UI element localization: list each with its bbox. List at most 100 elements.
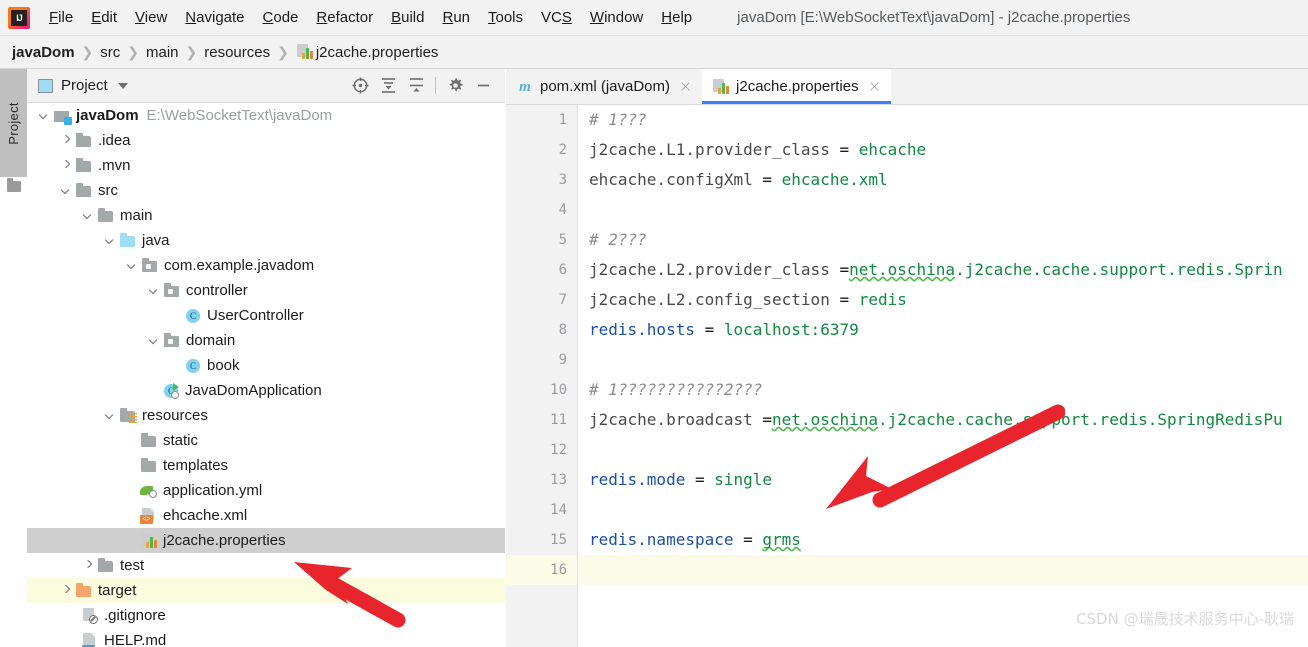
tree-row-package-com-example-javadom[interactable]: com.example.javadom <box>27 253 505 278</box>
tree-row-label: application.yml <box>163 482 263 499</box>
menu-run[interactable]: Run <box>433 7 479 28</box>
code-token-eq: = <box>704 320 724 339</box>
menu-help[interactable]: Help <box>652 7 701 28</box>
code-line[interactable]: redis.mode = single <box>579 465 1308 495</box>
breadcrumb-item-file[interactable]: j2cache.properties <box>296 44 438 61</box>
menu-build[interactable]: Build <box>382 7 433 28</box>
code-token-key-blue: redis.namespace <box>589 530 744 549</box>
chevron-down-icon[interactable] <box>37 108 52 123</box>
chevron-down-icon[interactable] <box>147 333 162 348</box>
tree-row-label: static <box>163 432 199 449</box>
code-line[interactable]: j2cache.L2.provider_class =net.oschina.j… <box>579 255 1308 285</box>
project-panel-title: Project <box>61 77 108 94</box>
tree-row-templates[interactable]: templates <box>27 453 505 478</box>
gear-icon[interactable] <box>441 72 469 100</box>
folder-icon <box>75 182 93 199</box>
line-number: 11 <box>550 412 567 428</box>
menu-window[interactable]: Window <box>581 7 652 28</box>
tree-row-application-yml[interactable]: application.yml <box>27 478 505 503</box>
folder-icon[interactable] <box>7 178 21 192</box>
project-tree[interactable]: javaDom E:\WebSocketText\javaDom .idea .… <box>27 103 505 647</box>
breadcrumb-separator-icon: ❯ <box>127 43 139 60</box>
tree-row-idea[interactable]: .idea <box>27 128 505 153</box>
tree-row-src[interactable]: src <box>27 178 505 203</box>
close-icon[interactable] <box>868 80 881 93</box>
chevron-down-icon[interactable] <box>103 233 118 248</box>
code-line[interactable] <box>579 345 1308 375</box>
tree-row-main[interactable]: main <box>27 203 505 228</box>
menu-refactor[interactable]: Refactor <box>307 7 382 28</box>
editor-code-canvas[interactable]: # 1??? j2cache.L1.provider_class = ehcach… <box>579 105 1308 647</box>
breadcrumb-separator-icon: ❯ <box>185 43 198 60</box>
tree-row-mvn[interactable]: .mvn <box>27 153 505 178</box>
tree-row-target[interactable]: target <box>27 578 505 603</box>
code-line[interactable]: redis.hosts = localhost:6379 <box>579 315 1308 345</box>
chevron-right-icon[interactable] <box>59 133 74 148</box>
expand-all-icon[interactable] <box>374 72 402 100</box>
menu-vcs[interactable]: VCS <box>532 7 581 28</box>
tree-row-j2cache-properties[interactable]: j2cache.properties <box>27 528 505 553</box>
tool-window-button-project[interactable]: Project <box>0 69 27 177</box>
code-line[interactable] <box>579 495 1308 525</box>
code-line[interactable]: j2cache.L2.config_section = redis <box>579 285 1308 315</box>
tree-row-class-usercontroller[interactable]: C UserController <box>27 303 505 328</box>
tree-row-java[interactable]: java <box>27 228 505 253</box>
menu-navigate[interactable]: Navigate <box>176 7 253 28</box>
tree-row-resources[interactable]: resources <box>27 403 505 428</box>
tree-row-label: JavaDomApplication <box>185 382 322 399</box>
chevron-right-icon[interactable] <box>59 158 74 173</box>
tree-row-help-md[interactable]: HELP.md <box>27 628 505 647</box>
menu-edit[interactable]: Edit <box>82 7 126 28</box>
tree-row-ehcache-xml[interactable]: <> ehcache.xml <box>27 503 505 528</box>
tree-row-test[interactable]: test <box>27 553 505 578</box>
line-number: 6 <box>558 262 567 278</box>
tree-row-class-book[interactable]: C book <box>27 353 505 378</box>
menu-file[interactable]: File <box>40 7 82 28</box>
chevron-right-icon[interactable] <box>81 558 96 573</box>
tree-row-gitignore[interactable]: .gitignore <box>27 603 505 628</box>
line-number: 1 <box>558 112 567 128</box>
close-icon[interactable] <box>679 80 692 93</box>
folder-icon <box>97 207 115 224</box>
code-line[interactable]: # 2??? <box>579 225 1308 255</box>
minimize-icon[interactable] <box>469 72 497 100</box>
breadcrumb-item-src[interactable]: src <box>100 44 120 61</box>
chevron-down-icon[interactable] <box>117 82 128 89</box>
chevron-down-icon[interactable] <box>81 208 96 223</box>
code-token-val-squig: grms <box>762 530 801 549</box>
select-opened-file-icon[interactable] <box>346 72 374 100</box>
code-line[interactable] <box>579 435 1308 465</box>
menu-view[interactable]: View <box>126 7 176 28</box>
chevron-right-icon[interactable] <box>59 583 74 598</box>
code-line[interactable]: j2cache.L1.provider_class = ehcache <box>579 135 1308 165</box>
chevron-down-icon[interactable] <box>59 183 74 198</box>
editor-line-number-gutter[interactable]: 1 2 3 4 5 6 7 8 9 10 11 12 13 14 15 16 <box>506 105 578 647</box>
menu-tools[interactable]: Tools <box>479 7 532 28</box>
chevron-down-icon[interactable] <box>125 258 140 273</box>
tree-row-javadom[interactable]: javaDom E:\WebSocketText\javaDom <box>27 103 505 128</box>
breadcrumb-item-project[interactable]: javaDom <box>12 44 75 61</box>
line-number: 2 <box>558 142 567 158</box>
breadcrumb-item-resources[interactable]: resources <box>204 44 270 61</box>
chevron-down-icon[interactable] <box>147 283 162 298</box>
code-line[interactable]: redis.namespace = grms <box>579 525 1308 555</box>
code-line[interactable]: # 1??? <box>579 105 1308 135</box>
editor-tab-j2cache-properties[interactable]: j2cache.properties <box>702 69 891 104</box>
tree-row-package-domain[interactable]: domain <box>27 328 505 353</box>
code-line[interactable]: # 1???????????2??? <box>579 375 1308 405</box>
tree-row-class-javadomapplication[interactable]: C JavaDomApplication <box>27 378 505 403</box>
code-line[interactable] <box>579 555 1308 585</box>
code-line[interactable] <box>579 195 1308 225</box>
editor-tab-pom-xml[interactable]: m pom.xml (javaDom) <box>506 69 703 104</box>
tree-row-label: javaDom <box>76 107 139 124</box>
code-line[interactable]: j2cache.broadcast =net.oschina.j2cache.c… <box>579 405 1308 435</box>
collapse-all-icon[interactable] <box>402 72 430 100</box>
code-token-comment: # 1???????????2??? <box>589 380 763 399</box>
tree-row-static[interactable]: static <box>27 428 505 453</box>
breadcrumb-item-main[interactable]: main <box>146 44 179 61</box>
properties-file-icon <box>140 532 158 549</box>
menu-code[interactable]: Code <box>254 7 308 28</box>
chevron-down-icon[interactable] <box>103 408 118 423</box>
code-line[interactable]: ehcache.configXml = ehcache.xml <box>579 165 1308 195</box>
tree-row-package-controller[interactable]: controller <box>27 278 505 303</box>
